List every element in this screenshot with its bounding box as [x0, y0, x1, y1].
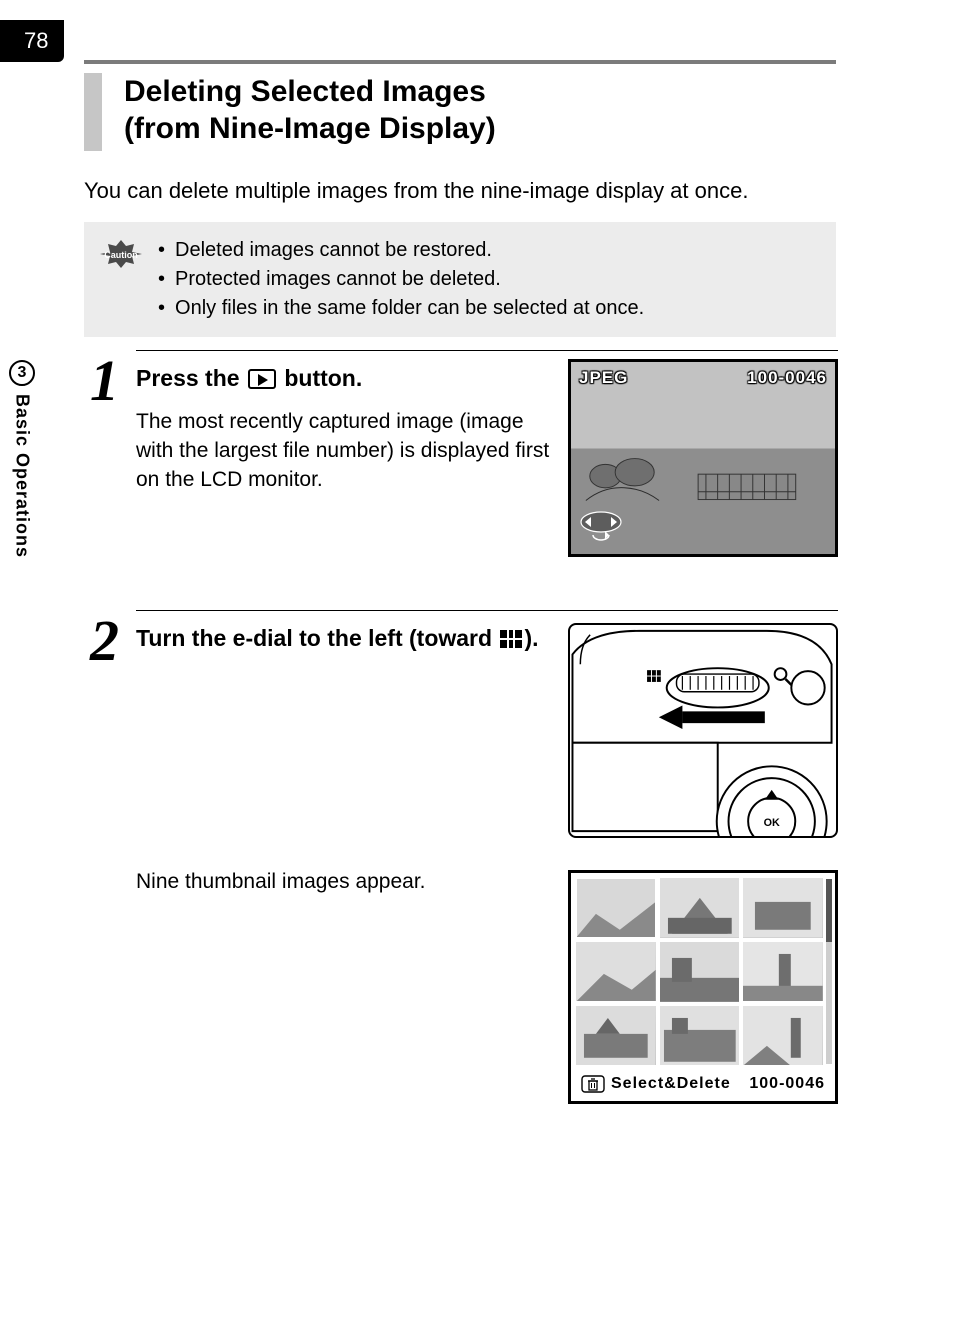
- e-dial-diagram: OK: [568, 623, 838, 838]
- step-number: 1: [90, 352, 119, 410]
- step-heading: Press the button.: [136, 363, 550, 394]
- thumbnail: [576, 942, 656, 1002]
- thumbnail: [660, 878, 740, 938]
- trash-icon: [581, 1075, 605, 1093]
- chapter-tab: 3 Basic Operations: [0, 360, 44, 558]
- lcd-preview: JPEG 100-0046: [568, 359, 838, 557]
- thumbnail: [576, 878, 656, 938]
- caution-list: Deleted images cannot be restored. Prote…: [158, 236, 644, 323]
- chapter-number: 3: [9, 360, 35, 386]
- step-body: The most recently captured image (image …: [136, 408, 550, 495]
- svg-text:OK: OK: [764, 817, 780, 829]
- caution-box: Caution Deleted images cannot be restore…: [84, 222, 836, 337]
- thumbnail: [743, 1006, 823, 1066]
- caution-item: Deleted images cannot be restored.: [158, 236, 644, 265]
- thumbnail: [576, 1006, 656, 1066]
- header-accent-bar: [84, 73, 102, 151]
- thumbnail: [743, 878, 823, 938]
- caution-item: Protected images cannot be deleted.: [158, 265, 644, 294]
- preview-format: JPEG: [579, 368, 628, 388]
- step-2: 2 Turn the e-dial to the left (toward ).: [94, 610, 838, 838]
- nine-image-display: Select&Delete 100-0046: [568, 870, 838, 1104]
- page-number: 78: [0, 20, 64, 62]
- caution-label: Caution: [104, 250, 138, 260]
- select-delete-label: Select&Delete: [611, 1075, 731, 1093]
- step-1: 1 Press the button. The most recently ca…: [94, 350, 838, 557]
- step-2-continuation: Nine thumbnail images appear.: [136, 870, 838, 1104]
- intro-text: You can delete multiple images from the …: [84, 178, 836, 204]
- step-figure: JPEG 100-0046: [568, 359, 838, 557]
- section-title: Deleting Selected Images (from Nine-Imag…: [124, 73, 496, 148]
- section-title-line1: Deleting Selected Images: [124, 75, 486, 108]
- step-number: 2: [90, 612, 119, 670]
- section-title-line2: (from Nine-Image Display): [124, 112, 496, 145]
- caution-item: Only files in the same folder can be sel…: [158, 294, 644, 323]
- footer-file-number: 100-0046: [749, 1075, 825, 1093]
- thumbnail-scrollbar[interactable]: [826, 879, 832, 1064]
- preview-file-number: 100-0046: [747, 368, 827, 388]
- thumbnail: [660, 942, 740, 1002]
- step-body: Nine thumbnail images appear.: [136, 870, 550, 1104]
- chapter-label: Basic Operations: [12, 394, 33, 558]
- playback-icon: [248, 369, 276, 389]
- thumbnail: [660, 1006, 740, 1066]
- thumbnail-grid-icon: [500, 630, 522, 648]
- select-delete-hint: Select&Delete: [581, 1075, 731, 1093]
- section-header: Deleting Selected Images (from Nine-Imag…: [84, 60, 836, 156]
- step-heading: Turn the e-dial to the left (toward ).: [136, 623, 550, 654]
- step-figure: OK: [568, 623, 838, 838]
- caution-icon: Caution: [98, 238, 144, 270]
- thumbnail: [743, 942, 823, 1002]
- rotate-nav-icon: [579, 511, 623, 546]
